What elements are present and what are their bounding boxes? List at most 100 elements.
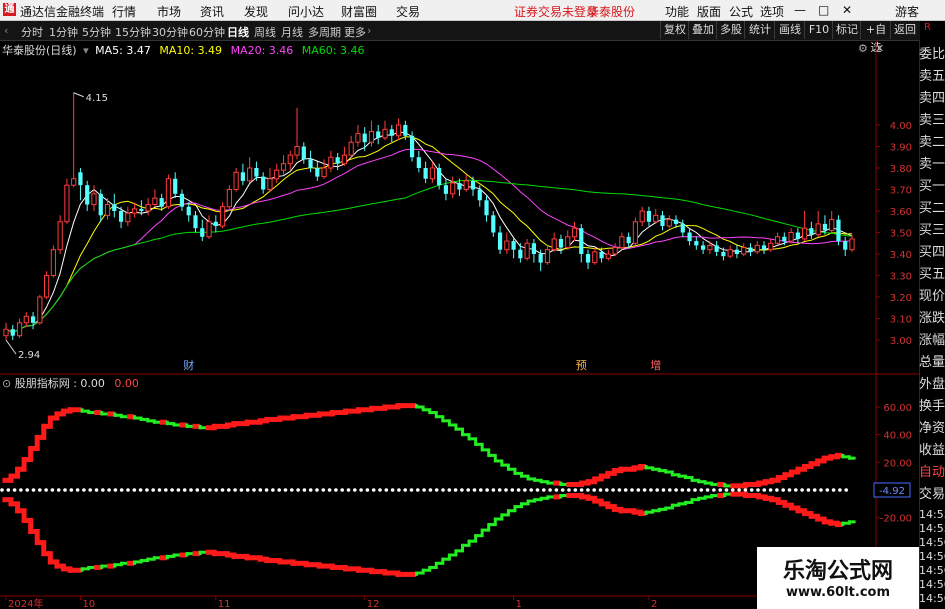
sidebar-item-price[interactable]: 现价 [919, 286, 945, 308]
menu-item-discover[interactable]: 发现 [244, 3, 268, 20]
tab-period-60min[interactable]: 60分钟 [189, 24, 225, 40]
tab-period-more[interactable]: 更多 [344, 24, 366, 40]
sidebar-item-bid2[interactable]: 买二 [919, 198, 945, 220]
toolbar-left-icon[interactable]: ‹ [4, 24, 8, 37]
sidebar-item-ask4[interactable]: 卖四 [919, 88, 945, 110]
tab-period-daily[interactable]: 日线 [227, 24, 249, 40]
indicator-upper-band [21, 457, 30, 472]
current-value-label: -4.92 [879, 486, 905, 497]
mark-button[interactable]: 标记 [832, 21, 861, 39]
tab-period-timeshare[interactable]: 分时 [21, 24, 43, 40]
indicator-midline-dot [101, 488, 105, 492]
menu-item-ask[interactable]: 问小达 [288, 3, 324, 20]
sidebar-item-bid5[interactable]: 买五 [919, 264, 945, 286]
indicator-upper-band [277, 415, 286, 422]
sidebar-item-bid1[interactable]: 买一 [919, 176, 945, 198]
tab-period-monthly[interactable]: 月线 [281, 24, 303, 40]
price-tick-label: 4.00 [890, 121, 912, 132]
sidebar-item-bid4[interactable]: 买四 [919, 242, 945, 264]
maximize-icon[interactable]: □ [818, 3, 829, 17]
tab-period-1min[interactable]: 1分钟 [49, 24, 78, 40]
sidebar-item-weibi[interactable]: 委比 [919, 44, 945, 66]
indicator-lower-band [585, 494, 594, 501]
menu-item-options[interactable]: 选项 [760, 3, 784, 20]
login-status[interactable]: 证券交易未登录 [514, 3, 598, 20]
indicator-midline-dot [75, 488, 80, 492]
statistics-button[interactable]: 统计 [744, 21, 775, 39]
settings-icon[interactable]: ⚙ [858, 42, 868, 55]
menu-item-wealth[interactable]: 财富圈 [341, 3, 377, 20]
menu-item-function[interactable]: 功能 [665, 3, 689, 20]
sidebar-item-auto[interactable]: 自动 [919, 462, 945, 484]
candle-body [754, 244, 760, 253]
candle-body [497, 232, 503, 250]
indicator-toggle-icon[interactable]: ⊙ [2, 377, 11, 390]
indicator-name[interactable]: 股朋指标网 [15, 377, 70, 390]
indicator-upper-band [54, 411, 63, 421]
multi-stock-button[interactable]: 多股 [716, 21, 745, 39]
indicator-riser [467, 539, 471, 547]
sidebar-item-bid3[interactable]: 买三 [919, 220, 945, 242]
indicator-lower-band [762, 494, 771, 501]
candle-body [335, 157, 340, 164]
tab-period-5min[interactable]: 5分钟 [82, 24, 111, 40]
back-button[interactable]: 返回 [890, 21, 919, 39]
candle-body [355, 133, 361, 143]
menu-item-market[interactable]: 行情 [112, 3, 136, 20]
sidebar-item-net-assets[interactable]: 净资 [919, 418, 945, 440]
indicator-upper-band [683, 474, 692, 480]
sidebar-item-earnings[interactable]: 收益 [919, 440, 945, 462]
indicator-lower-band [198, 550, 207, 556]
overlay-button[interactable]: 叠加 [688, 21, 717, 39]
minimize-icon[interactable]: — [794, 3, 806, 17]
indicator-upper-band [28, 446, 36, 463]
close-icon[interactable]: ✕ [842, 3, 852, 17]
f10-button[interactable]: F10 [804, 21, 833, 39]
sidebar-item-change[interactable]: 涨跌 [919, 308, 945, 330]
indicator-midline-dot [649, 488, 653, 492]
restore-rights-button[interactable]: 复权 [660, 21, 689, 39]
tab-period-15min[interactable]: 15分钟 [115, 24, 151, 40]
candle-body [450, 182, 456, 195]
sidebar-item-ask3[interactable]: 卖三 [919, 110, 945, 132]
sidebar-item-outer[interactable]: 外盘 [919, 374, 945, 396]
chart-close-icon[interactable]: ✕ [875, 42, 884, 55]
add-watchlist-button[interactable]: +自选 [860, 21, 891, 54]
event-label: 增 [650, 358, 661, 372]
menu-item-trade[interactable]: 交易 [396, 3, 420, 20]
sidebar-item-trade[interactable]: 交易 [919, 484, 945, 506]
candle [71, 92, 77, 188]
candle-body [701, 245, 706, 250]
indicator-upper-band [434, 411, 443, 419]
indicator-riser [506, 463, 510, 471]
menu-item-news[interactable]: 资讯 [200, 3, 224, 20]
sidebar-item-ask1[interactable]: 卖一 [919, 154, 945, 176]
indicator-upper-band [113, 412, 122, 417]
ma20-value: 3.46 [268, 44, 294, 57]
sidebar-item-volume[interactable]: 总量 [919, 352, 945, 374]
tab-period-30min[interactable]: 30分钟 [152, 24, 188, 40]
indicator-riser [133, 415, 137, 420]
menu-item-layout[interactable]: 版面 [697, 3, 721, 20]
indicator-midline-dot [157, 488, 162, 492]
sidebar-item-ask2[interactable]: 卖二 [919, 132, 945, 154]
indicator-riser [539, 496, 543, 502]
sidebar-item-turnover[interactable]: 换手 [919, 396, 945, 418]
guest-label[interactable]: 游客 [895, 3, 919, 20]
menu-item-exchange[interactable]: 市场 [157, 3, 181, 20]
candle-body [173, 178, 178, 194]
sidebar-item-change-pct[interactable]: 涨幅 [919, 330, 945, 352]
indicator-lower-band [788, 502, 797, 511]
chevron-right-icon[interactable]: › [367, 24, 371, 37]
indicator-midline-dot [308, 488, 313, 492]
tab-period-multi[interactable]: 多周期 [308, 24, 341, 40]
sidebar-item-ask5[interactable]: 卖五 [919, 66, 945, 88]
indicator-upper-band [762, 479, 771, 486]
right-panel-icon[interactable]: R [924, 22, 931, 33]
dropdown-icon[interactable]: ▾ [83, 44, 89, 57]
draw-line-button[interactable]: 画线 [774, 21, 805, 39]
menu-item-formula[interactable]: 公式 [729, 3, 753, 20]
tab-period-weekly[interactable]: 周线 [254, 24, 276, 40]
stock-title[interactable]: 华泰股份(日线) [2, 44, 77, 57]
candle [226, 185, 232, 211]
